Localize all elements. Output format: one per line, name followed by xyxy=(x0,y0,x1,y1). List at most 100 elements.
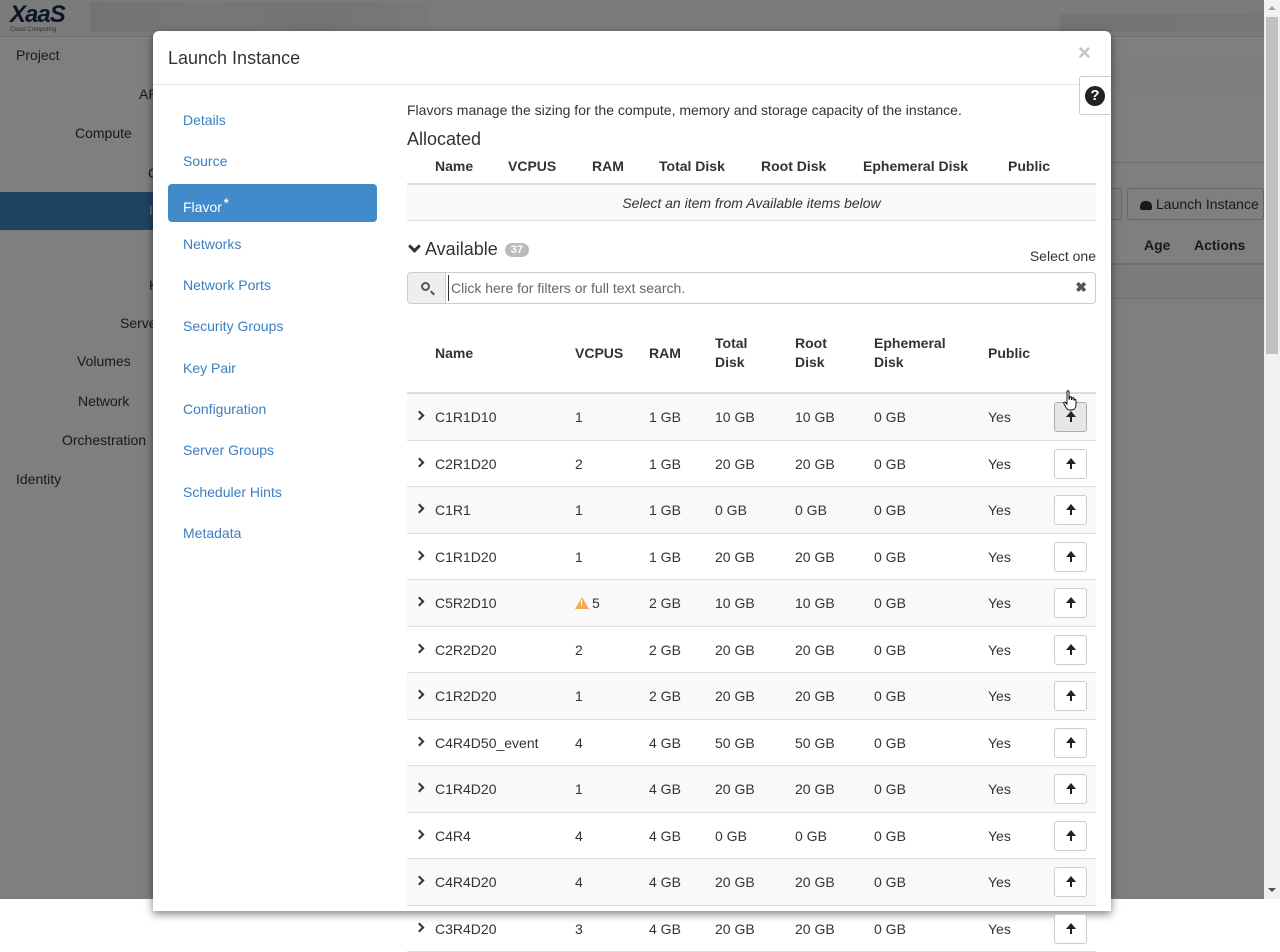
flavor-ephemeral-disk: 0 GB xyxy=(874,921,906,937)
flavor-ram: 1 GB xyxy=(649,409,681,425)
wizard-step-label: Configuration xyxy=(183,401,266,417)
chevron-right-icon[interactable] xyxy=(415,922,425,932)
flavor-ram: 2 GB xyxy=(649,688,681,704)
wizard-step-scheduler-hints[interactable]: Scheduler Hints xyxy=(168,473,377,511)
chevron-right-icon[interactable] xyxy=(415,550,425,560)
flavor-ephemeral-disk: 0 GB xyxy=(874,735,906,751)
allocate-button[interactable] xyxy=(1054,821,1087,851)
wizard-step-networks[interactable]: Networks xyxy=(168,225,377,263)
page-scrollbar[interactable] xyxy=(1264,0,1280,899)
available-col-ephemeral-disk[interactable]: Ephemeral Disk xyxy=(874,334,946,372)
flavor-vcpus-text: 1 xyxy=(575,781,583,797)
wizard-steps: Details Source Flavor*NetworksNetwork Port… xyxy=(168,101,377,555)
scroll-up-arrow-icon[interactable] xyxy=(1268,6,1276,10)
available-col-root-disk[interactable]: RootDisk xyxy=(795,334,827,372)
available-col-total-disk[interactable]: TotalDisk xyxy=(715,334,747,372)
chevron-right-icon[interactable] xyxy=(415,876,425,886)
available-col-public[interactable]: Public xyxy=(988,344,1030,363)
flavor-public: Yes xyxy=(988,735,1011,751)
arrow-up-icon xyxy=(1066,737,1076,743)
flavor-total-disk-text: 0 GB xyxy=(715,502,747,518)
available-col-vcpus[interactable]: VCPUS xyxy=(575,344,623,363)
chevron-right-icon[interactable] xyxy=(415,411,425,421)
allocate-button[interactable] xyxy=(1054,495,1087,525)
scrollbar-thumb[interactable] xyxy=(1266,17,1278,354)
chevron-right-icon[interactable] xyxy=(415,829,425,839)
scroll-down-arrow-icon[interactable] xyxy=(1268,888,1276,892)
flavor-root-disk-text: 20 GB xyxy=(795,781,835,797)
flavor-root-disk: 20 GB xyxy=(795,874,835,890)
flavor-name-text: C4R4D20 xyxy=(435,874,496,890)
flavor-vcpus-text: 1 xyxy=(575,409,583,425)
flavor-ram: 2 GB xyxy=(649,642,681,658)
flavor-total-disk: 20 GB xyxy=(715,688,755,704)
flavor-ram: 1 GB xyxy=(649,549,681,565)
allocated-col-public: Public xyxy=(1008,158,1050,174)
chevron-right-icon[interactable] xyxy=(415,504,425,514)
allocate-button[interactable] xyxy=(1054,542,1087,572)
allocate-button[interactable] xyxy=(1054,681,1087,711)
flavor-row: C1R4D2014 GB20 GB20 GB0 GBYes xyxy=(407,766,1096,813)
modal-title: Launch Instance xyxy=(168,48,300,69)
allocate-button[interactable] xyxy=(1054,728,1087,758)
flavor-total-disk-text: 10 GB xyxy=(715,595,755,611)
allocate-button[interactable] xyxy=(1054,774,1087,804)
allocate-button[interactable] xyxy=(1054,449,1087,479)
allocate-button[interactable] xyxy=(1054,588,1087,618)
flavor-total-disk: 20 GB xyxy=(715,456,755,472)
wizard-step-label: Source xyxy=(183,153,227,169)
flavor-root-disk: 20 GB xyxy=(795,549,835,565)
clear-search-icon[interactable]: ✖ xyxy=(1075,279,1087,296)
wizard-step-server-groups[interactable]: Server Groups xyxy=(168,431,377,469)
col-line1: Ephemeral xyxy=(874,335,946,351)
flavor-total-disk-text: 0 GB xyxy=(715,828,747,844)
chevron-right-icon[interactable] xyxy=(415,690,425,700)
flavor-vcpus: 2 xyxy=(575,456,583,472)
chevron-right-icon[interactable] xyxy=(415,736,425,746)
flavor-ephemeral-disk: 0 GB xyxy=(874,828,906,844)
flavor-ephemeral-disk-text: 0 GB xyxy=(874,688,906,704)
wizard-step-security-groups[interactable]: Security Groups xyxy=(168,307,377,345)
flavor-vcpus: 1 xyxy=(575,549,583,565)
chevron-down-icon xyxy=(408,240,421,253)
search-input[interactable] xyxy=(448,275,1068,301)
col-line2: Disk xyxy=(874,354,904,370)
flavor-row: C1R111 GB0 GB0 GB0 GBYes xyxy=(407,487,1096,534)
available-col-name[interactable]: Name xyxy=(435,344,473,363)
launch-instance-modal: Launch Instance × ? Details Source Flavor*… xyxy=(153,31,1111,911)
flavor-root-disk-text: 20 GB xyxy=(795,642,835,658)
wizard-step-flavor[interactable]: Flavor* xyxy=(168,184,377,222)
wizard-step-label: Scheduler Hints xyxy=(183,484,282,500)
flavor-name: C1R1D10 xyxy=(435,409,496,425)
arrow-up-icon xyxy=(1066,458,1076,464)
flavor-vcpus-text: 4 xyxy=(575,874,583,890)
chevron-right-icon[interactable] xyxy=(415,457,425,467)
help-button[interactable]: ? xyxy=(1079,76,1110,115)
warning-icon xyxy=(575,597,589,609)
wizard-step-network-ports[interactable]: Network Ports xyxy=(168,266,377,304)
allocate-button[interactable] xyxy=(1054,867,1087,897)
flavor-total-disk: 20 GB xyxy=(715,921,755,937)
wizard-step-metadata[interactable]: Metadata xyxy=(168,514,377,552)
allocate-button[interactable] xyxy=(1054,635,1087,665)
flavor-public-text: Yes xyxy=(988,828,1011,844)
wizard-step-source[interactable]: Source xyxy=(168,142,377,180)
wizard-step-key-pair[interactable]: Key Pair xyxy=(168,349,377,387)
chevron-right-icon[interactable] xyxy=(415,783,425,793)
close-icon[interactable]: × xyxy=(1078,41,1091,65)
wizard-step-details[interactable]: Details xyxy=(168,101,377,139)
flavor-total-disk-text: 20 GB xyxy=(715,642,755,658)
flavor-public: Yes xyxy=(988,828,1011,844)
wizard-step-label: Flavor xyxy=(183,199,222,215)
wizard-step-configuration[interactable]: Configuration xyxy=(168,390,377,428)
flavor-name: C2R1D20 xyxy=(435,456,496,472)
chevron-right-icon[interactable] xyxy=(415,643,425,653)
flavor-ram-text: 2 GB xyxy=(649,642,681,658)
flavor-name: C4R4D20 xyxy=(435,874,496,890)
allocate-button[interactable] xyxy=(1054,914,1087,944)
available-col-ram[interactable]: RAM xyxy=(649,344,681,363)
available-toggle[interactable]: Available 37 xyxy=(407,239,529,260)
flavor-ephemeral-disk-text: 0 GB xyxy=(874,409,906,425)
flavor-public-text: Yes xyxy=(988,688,1011,704)
chevron-right-icon[interactable] xyxy=(415,597,425,607)
